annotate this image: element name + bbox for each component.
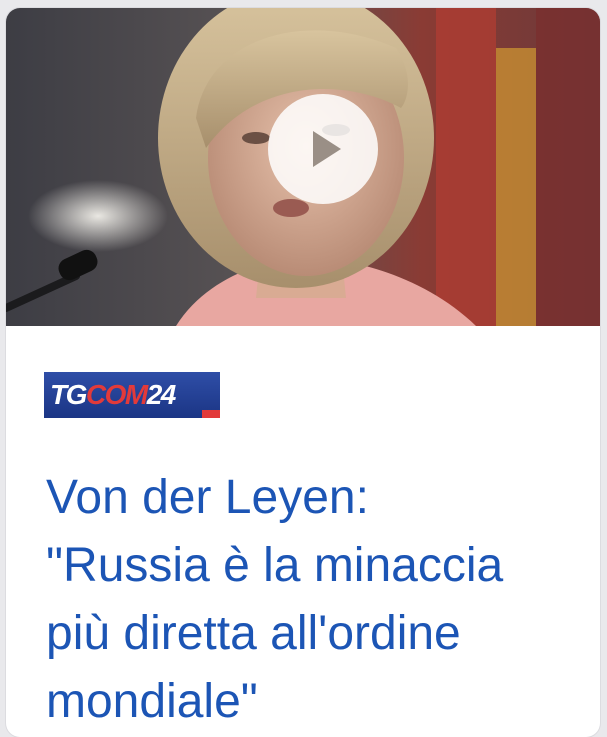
logo-com-text: COM [85,379,148,410]
headline-link[interactable]: Von der Leyen: "Russia è la minaccia più… [46,464,591,736]
logo-num-text: 24 [146,379,177,410]
play-icon [313,131,341,167]
play-button[interactable] [268,94,378,204]
logo-tg-text: TG [50,379,87,410]
news-card[interactable]: TG COM 24 Von der Leyen: "Russia è la mina… [6,8,600,737]
headline-line: "Russia è la minaccia [46,539,504,592]
video-thumbnail[interactable] [6,8,600,326]
headline-line: più diretta all'ordine [46,607,461,660]
headline-line: mondiale" [46,675,258,728]
headline-line: Von der Leyen: [46,471,369,524]
source-logo: TG COM 24 [44,372,220,418]
logo-accent-bar [202,410,220,418]
